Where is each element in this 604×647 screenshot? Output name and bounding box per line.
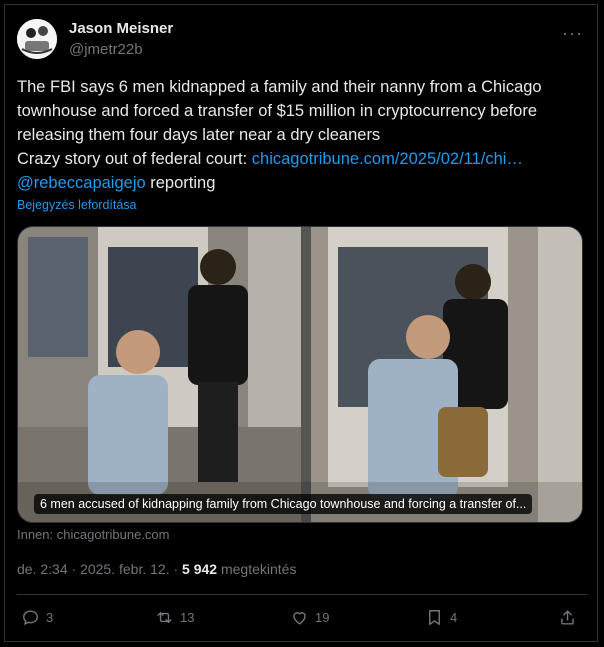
bookmark-button[interactable]: 4 xyxy=(425,608,457,627)
repost-button[interactable]: 13 xyxy=(155,608,194,627)
views-label: megtekintés xyxy=(217,561,297,577)
more-icon[interactable]: ··· xyxy=(562,23,583,44)
reply-icon xyxy=(23,610,38,626)
meta-separator: · xyxy=(169,561,183,577)
like-button[interactable]: 19 xyxy=(290,608,329,627)
meta-separator: · xyxy=(67,561,81,577)
post-meta: de. 2:34 · 2025. febr. 12. · 5 942 megte… xyxy=(17,561,296,577)
like-count: 19 xyxy=(315,610,330,625)
author-handle[interactable]: @jmetr22b xyxy=(69,41,143,58)
author-name[interactable]: Jason Meisner xyxy=(69,20,173,37)
link-source[interactable]: Innen: chicagotribune.com xyxy=(17,527,169,542)
mention-link[interactable]: @rebeccapaigejo xyxy=(17,174,146,192)
post-time[interactable]: de. 2:34 xyxy=(17,561,68,577)
translate-post-link[interactable]: Bejegyzés lefordítása xyxy=(17,198,137,212)
post-date[interactable]: 2025. febr. 12. xyxy=(80,561,170,577)
avatar[interactable] xyxy=(17,19,57,59)
divider xyxy=(17,594,587,595)
surveillance-photo xyxy=(18,227,582,522)
mention-suffix: reporting xyxy=(145,174,216,192)
post-text: The FBI says 6 men kidnapped a family an… xyxy=(17,75,587,195)
post-card: Jason Meisner @jmetr22b ··· The FBI says… xyxy=(4,4,598,642)
link-card-caption: 6 men accused of kidnapping family from … xyxy=(34,494,533,514)
bookmark-count: 4 xyxy=(450,610,458,625)
bookmark-icon xyxy=(429,610,440,625)
like-icon xyxy=(293,612,306,625)
repost-icon xyxy=(157,612,172,623)
article-link[interactable]: chicagotribune.com/2025/02/11/chi… xyxy=(252,150,523,168)
reply-button[interactable]: 3 xyxy=(21,608,53,627)
share-button[interactable] xyxy=(558,608,577,627)
avatar-image xyxy=(17,19,57,59)
share-icon xyxy=(561,610,574,625)
post-text-prefix: Crazy story out of federal court: xyxy=(17,150,252,168)
repost-count: 13 xyxy=(180,610,195,625)
link-card-image[interactable]: 6 men accused of kidnapping family from … xyxy=(17,226,583,523)
reply-count: 3 xyxy=(46,610,54,625)
view-count: 5 942 xyxy=(182,561,218,577)
post-text-main: The FBI says 6 men kidnapped a family an… xyxy=(17,78,542,144)
